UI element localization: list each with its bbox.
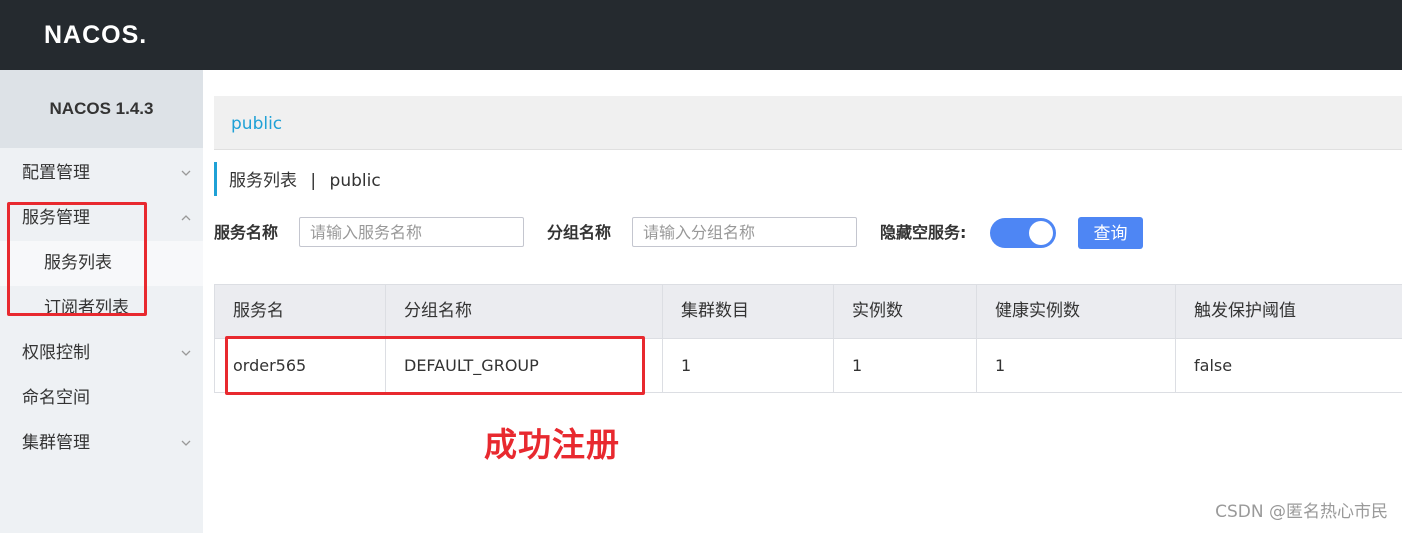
annotation-box-row <box>225 336 645 395</box>
toggle-knob <box>1029 221 1053 245</box>
chevron-up-icon <box>181 215 191 221</box>
column-header-service-name: 服务名 <box>214 285 385 338</box>
chevron-down-icon <box>181 170 191 176</box>
namespace-bar: public <box>214 96 1402 150</box>
chevron-down-icon <box>181 350 191 356</box>
column-header-healthy-instance-count: 健康实例数 <box>976 285 1175 338</box>
cell-healthy-instance-count: 1 <box>976 339 1175 392</box>
column-header-group-name: 分组名称 <box>385 285 662 338</box>
sidebar-item-namespace[interactable]: 命名空间 <box>0 376 203 421</box>
title-separator: | <box>310 171 317 191</box>
hide-empty-toggle[interactable] <box>990 218 1056 248</box>
service-name-input[interactable] <box>299 217 524 247</box>
top-bar: NACOS. <box>0 0 1402 70</box>
sidebar-item-label: 命名空间 <box>22 388 90 408</box>
group-name-input[interactable] <box>632 217 857 247</box>
page-title-namespace: public <box>329 171 381 191</box>
nacos-logo[interactable]: NACOS. <box>44 20 147 50</box>
column-header-protect-threshold: 触发保护阈值 <box>1175 285 1402 338</box>
sidebar-item-access-control[interactable]: 权限控制 <box>0 331 203 376</box>
sidebar-item-cluster-management[interactable]: 集群管理 <box>0 421 203 466</box>
cell-protect-threshold: false <box>1175 339 1402 392</box>
group-name-label: 分组名称 <box>547 223 612 242</box>
sidebar-item-label: 配置管理 <box>22 163 90 183</box>
sidebar-item-config-management[interactable]: 配置管理 <box>0 151 203 196</box>
cell-cluster-count: 1 <box>662 339 833 392</box>
namespace-tab-public[interactable]: public <box>231 96 282 152</box>
column-header-cluster-count: 集群数目 <box>662 285 833 338</box>
table-header-row: 服务名 分组名称 集群数目 实例数 健康实例数 触发保护阈值 <box>214 285 1402 339</box>
cell-instance-count: 1 <box>833 339 976 392</box>
sidebar-item-label: 权限控制 <box>22 343 90 363</box>
version-title: NACOS 1.4.3 <box>0 70 203 148</box>
watermark: CSDN @匿名热心市民 <box>1215 502 1388 522</box>
sidebar-item-label: 集群管理 <box>22 433 90 453</box>
annotation-text: 成功注册 <box>484 425 620 464</box>
hide-empty-label: 隐藏空服务: <box>880 223 967 242</box>
service-name-label: 服务名称 <box>214 223 279 242</box>
query-button[interactable]: 查询 <box>1078 217 1143 249</box>
annotation-box-sidebar <box>7 202 147 316</box>
page-title: 服务列表 | public <box>214 162 381 196</box>
column-header-instance-count: 实例数 <box>833 285 976 338</box>
chevron-down-icon <box>181 440 191 446</box>
page-title-text: 服务列表 <box>229 171 297 191</box>
